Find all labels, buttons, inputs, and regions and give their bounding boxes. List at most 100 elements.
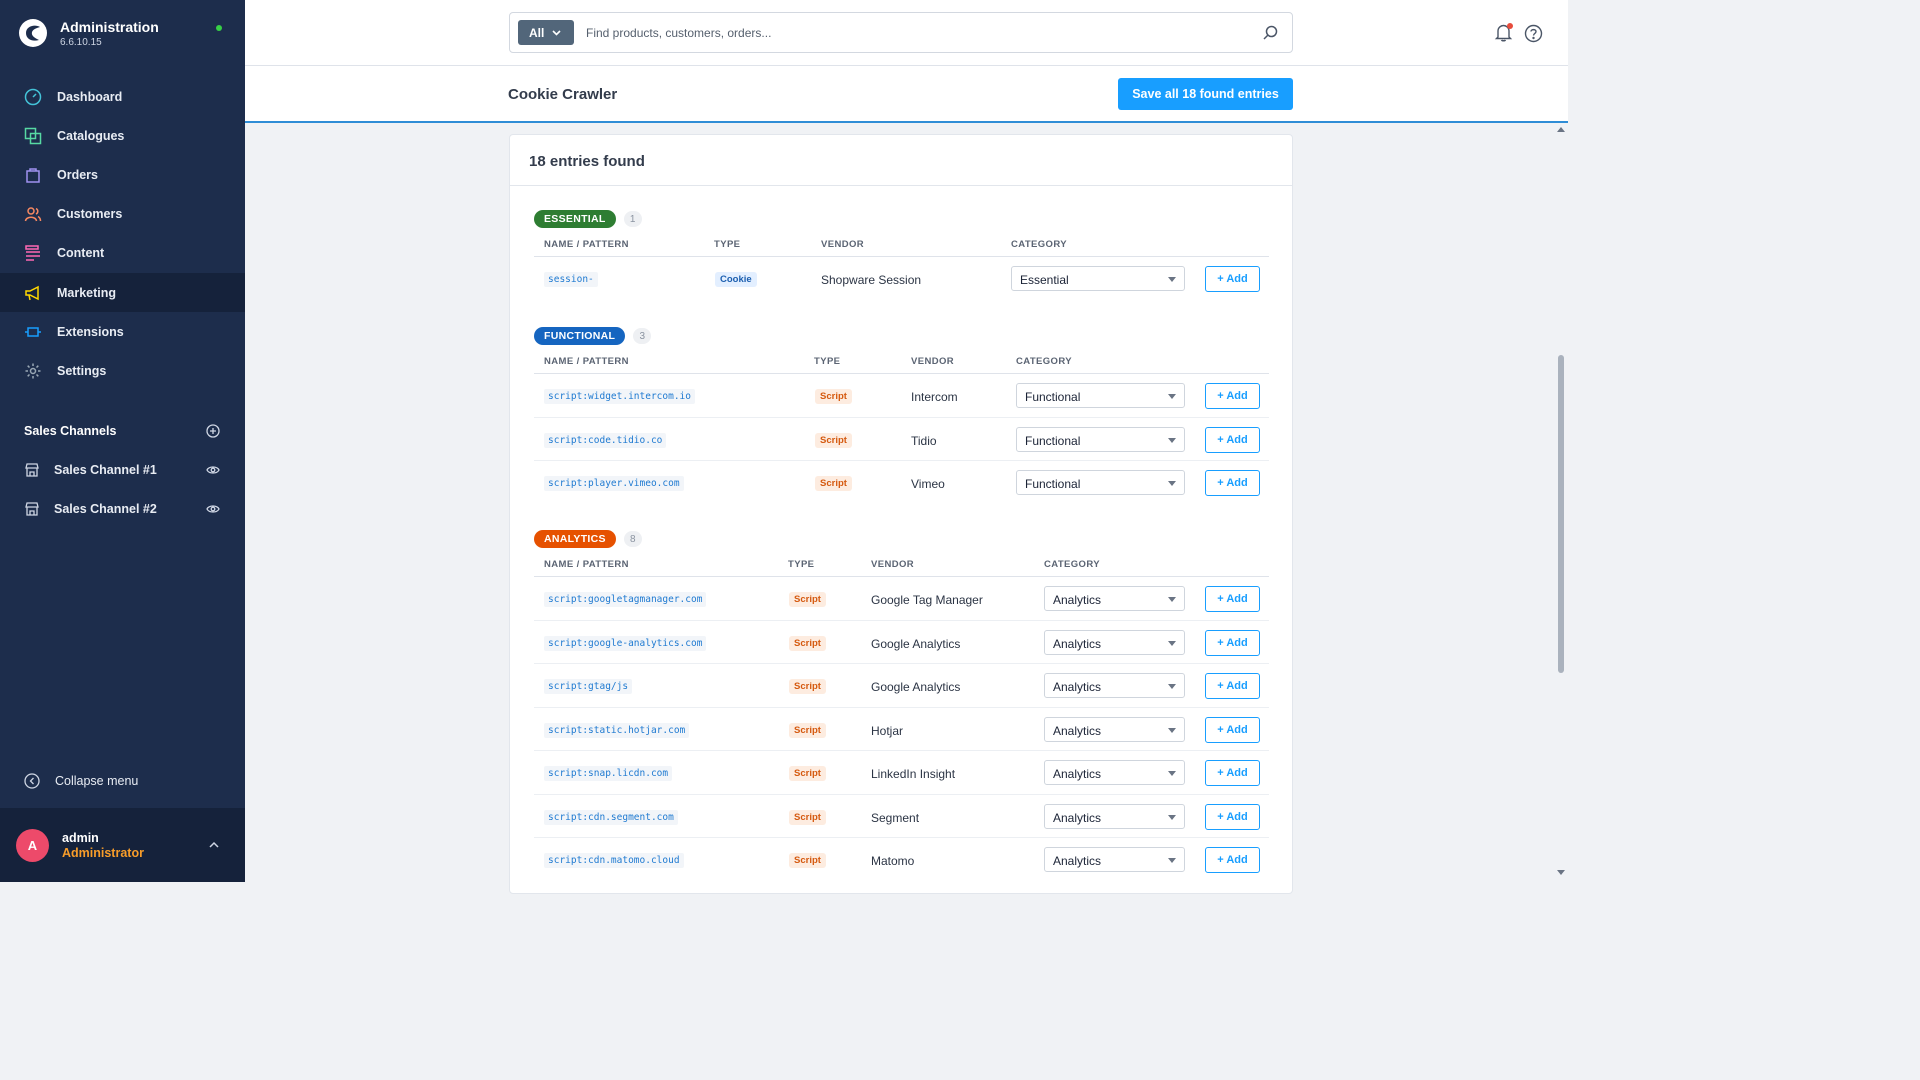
brand[interactable]: Administration 6.6.10.15 <box>18 18 159 48</box>
user-name: admin <box>62 831 99 845</box>
category-select[interactable]: Analytics <box>1044 716 1185 742</box>
table-header: NAME / PATTERN TYPE VENDOR CATEGORY <box>534 231 1269 257</box>
col-category: CATEGORY <box>1016 356 1072 367</box>
nav-item-dashboard[interactable]: Dashboard <box>0 77 245 116</box>
add-button[interactable]: + Add <box>1205 470 1260 496</box>
nav-item-settings[interactable]: Settings <box>0 351 245 390</box>
category-select[interactable]: Analytics <box>1044 629 1185 655</box>
pattern-cell: script:widget.intercom.io <box>544 389 695 404</box>
category-select-value: Analytics <box>1053 636 1102 651</box>
category-select-value: Functional <box>1025 390 1081 404</box>
type-badge: Script <box>789 809 826 825</box>
table-row: script:cdn.segment.com Script Segment An… <box>534 795 1269 838</box>
pattern-cell: script:cdn.matomo.cloud <box>544 853 684 868</box>
sales-channels-header: Sales Channels <box>24 424 220 438</box>
save-all-button[interactable]: Save all 18 found entries <box>1118 78 1293 110</box>
nav-item-marketing[interactable]: Marketing <box>0 272 245 313</box>
group-badge-functional: FUNCTIONAL <box>534 327 626 345</box>
dashboard-icon <box>24 88 42 106</box>
chevron-down-icon <box>552 29 561 36</box>
caret-down-icon <box>1168 858 1176 863</box>
type-badge: Script <box>789 592 826 607</box>
nav-label-content: Content <box>57 246 105 261</box>
add-button[interactable]: + Add <box>1205 847 1260 873</box>
group-count: 1 <box>623 211 642 227</box>
add-button[interactable]: + Add <box>1205 760 1260 786</box>
col-vendor: VENDOR <box>911 356 955 367</box>
category-select[interactable]: Analytics <box>1044 803 1185 829</box>
app-title: Administration <box>60 18 159 35</box>
help-icon[interactable] <box>1524 24 1543 43</box>
category-select-value: Analytics <box>1053 593 1102 607</box>
nav-item-extensions[interactable]: Extensions <box>0 312 245 351</box>
caret-down-icon <box>1168 640 1176 646</box>
sales-channel-item-1[interactable]: Sales Channel #1 <box>24 462 220 478</box>
scrollbar-thumb[interactable] <box>1558 355 1564 673</box>
table-row: session- Cookie Shopware Session Essenti… <box>534 257 1269 301</box>
scroll-down-arrow-icon[interactable] <box>1557 870 1565 876</box>
col-category: CATEGORY <box>1044 559 1100 570</box>
category-select-value: Analytics <box>1053 680 1102 694</box>
pattern-cell: script:gtag/js <box>544 679 633 694</box>
pattern-cell: script:player.vimeo.com <box>544 476 684 491</box>
extensions-icon <box>24 323 42 341</box>
table-row: script:cdn.matomo.cloud Script Matomo An… <box>534 838 1269 882</box>
category-select[interactable]: Analytics <box>1044 760 1185 785</box>
nav-label-orders: Orders <box>57 167 98 182</box>
category-select[interactable]: Analytics <box>1044 673 1185 698</box>
main-nav: Dashboard Catalogues Orders Customers Co… <box>0 77 245 391</box>
category-select[interactable]: Functional <box>1016 383 1185 408</box>
notification-badge <box>1507 23 1513 29</box>
col-category: CATEGORY <box>1011 239 1067 250</box>
col-vendor: VENDOR <box>871 559 915 570</box>
vendor-cell: Google Tag Manager <box>871 593 983 607</box>
eye-icon[interactable] <box>206 463 220 477</box>
collapse-menu-button[interactable]: Collapse menu <box>24 773 138 789</box>
add-button[interactable]: + Add <box>1205 586 1260 612</box>
category-select[interactable]: Analytics <box>1044 586 1185 611</box>
add-button[interactable]: + Add <box>1205 383 1260 409</box>
chevron-up-icon[interactable] <box>208 840 220 850</box>
table-header: NAME / PATTERN TYPE VENDOR CATEGORY <box>534 348 1269 374</box>
avatar[interactable]: A <box>16 829 49 862</box>
type-badge: Script <box>789 679 826 694</box>
nav-item-catalogues[interactable]: Catalogues <box>0 116 245 155</box>
col-type: TYPE <box>788 559 815 570</box>
sales-channel-item-2[interactable]: Sales Channel #2 <box>24 501 220 517</box>
nav-item-customers[interactable]: Customers <box>0 195 245 234</box>
add-button[interactable]: + Add <box>1205 629 1260 656</box>
global-search[interactable]: All Find products, customers, orders... <box>509 12 1293 53</box>
caret-down-icon <box>1168 684 1176 689</box>
add-button[interactable]: + Add <box>1205 673 1260 699</box>
add-button[interactable]: + Add <box>1205 803 1260 830</box>
chevron-left-circle-icon <box>24 773 40 789</box>
shopware-logo-icon <box>19 19 47 47</box>
eye-icon[interactable] <box>206 502 220 516</box>
category-select[interactable]: Essential <box>1011 266 1185 291</box>
search-icon[interactable] <box>1263 25 1278 40</box>
search-input[interactable]: Find products, customers, orders... <box>586 26 771 40</box>
nav-item-orders[interactable]: Orders <box>0 155 245 194</box>
type-badge: Script <box>789 635 826 651</box>
category-select[interactable]: Functional <box>1016 470 1185 495</box>
group-count: 8 <box>623 531 642 547</box>
add-button[interactable]: + Add <box>1205 716 1260 743</box>
caret-down-icon <box>1168 727 1176 733</box>
category-select-value: Essential <box>1020 273 1069 287</box>
group-functional: FUNCTIONAL 3 NAME / PATTERN TYPE VENDOR … <box>534 327 1269 505</box>
category-select[interactable]: Analytics <box>1044 847 1185 872</box>
search-scope-select[interactable]: All <box>518 20 574 45</box>
group-badge-analytics: ANALYTICS <box>534 530 616 548</box>
catalogues-icon <box>24 127 42 145</box>
pattern-cell: script:google-analytics.com <box>544 635 707 651</box>
scroll-up-arrow-icon[interactable] <box>1557 126 1565 132</box>
add-sales-channel-icon[interactable] <box>206 424 220 438</box>
nav-item-content[interactable]: Content <box>0 234 245 273</box>
storefront-icon <box>25 502 39 516</box>
category-select-value: Analytics <box>1053 767 1102 781</box>
category-select[interactable]: Functional <box>1016 426 1185 452</box>
add-button[interactable]: + Add <box>1205 426 1260 453</box>
pattern-cell: script:googletagmanager.com <box>544 592 707 607</box>
add-button[interactable]: + Add <box>1205 266 1260 292</box>
table-row: script:widget.intercom.io Script Interco… <box>534 374 1269 418</box>
